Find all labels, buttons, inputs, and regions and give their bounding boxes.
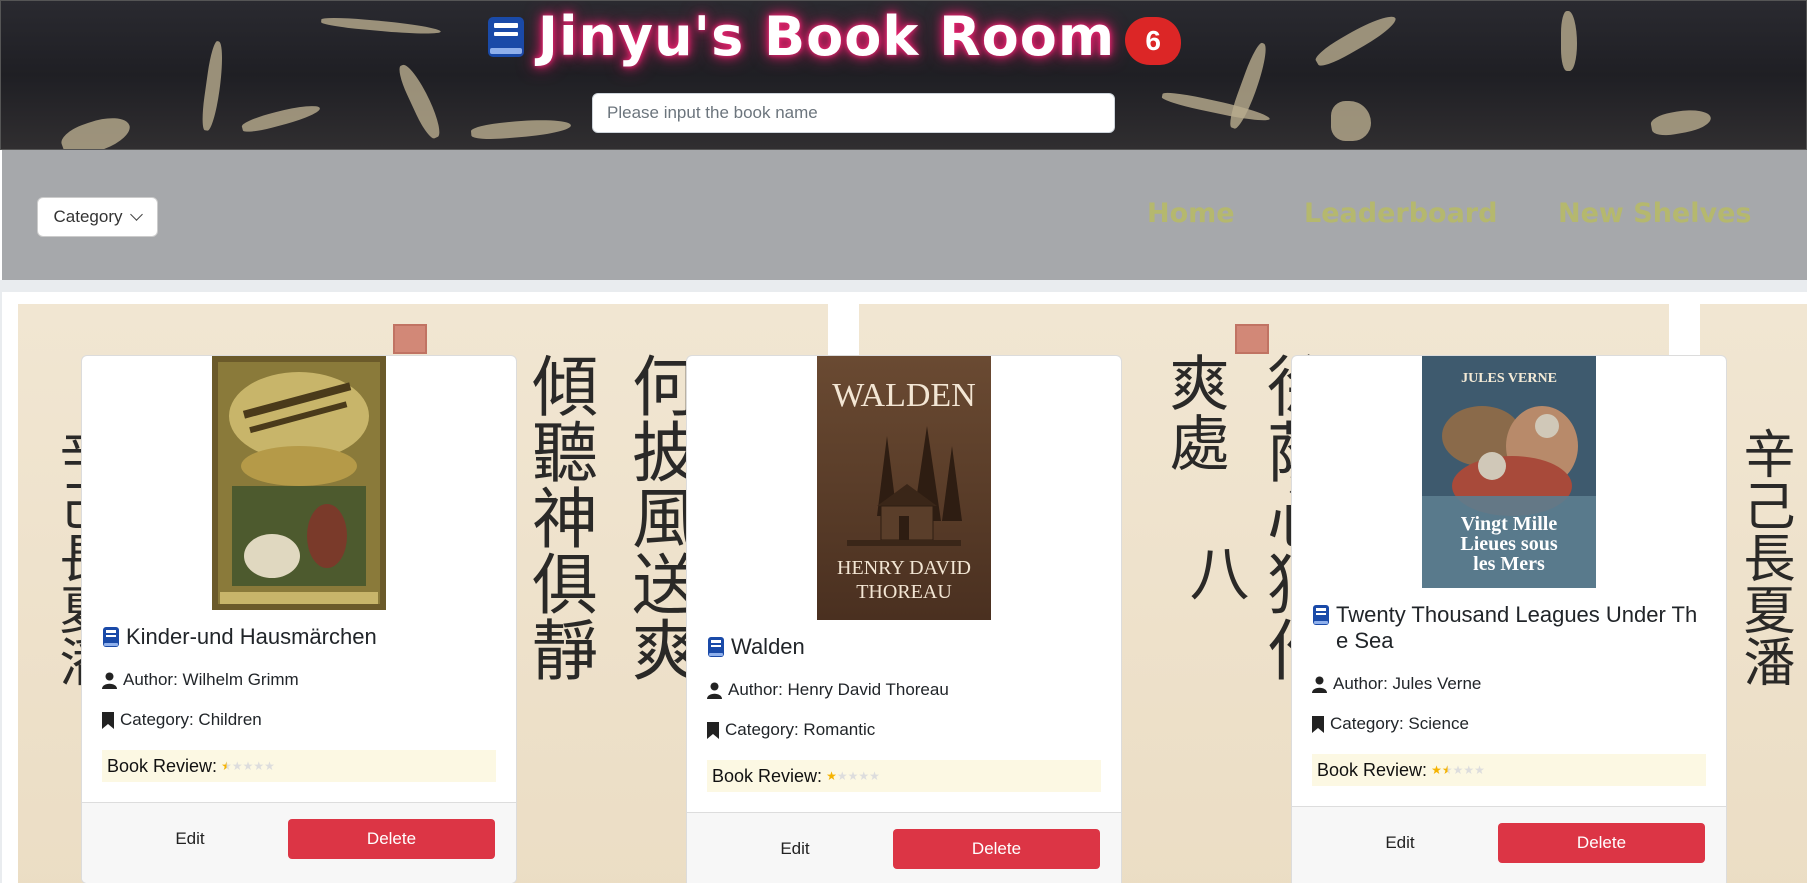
star-icon: ★ [242, 759, 254, 773]
delete-button[interactable]: Delete [893, 829, 1100, 869]
edit-button[interactable]: Edit [707, 829, 883, 869]
category-dropdown[interactable]: Category [37, 197, 158, 237]
chevron-down-icon [130, 208, 144, 221]
book-cover-image [212, 356, 386, 610]
book-author: Author: Henry David Thoreau [707, 680, 1101, 700]
bookmark-icon [102, 711, 114, 729]
star-icon: ★ [836, 769, 848, 783]
bookmark-icon [707, 721, 719, 739]
category-dropdown-label: Category [53, 207, 123, 226]
site-title: Jinyu's Book Room [537, 5, 1116, 68]
book-count-badge: 6 [1125, 16, 1182, 65]
book-cover-image: JULES VERNE Vingt Mille Lieues sous les … [1422, 356, 1596, 588]
star-icon: ★ [1474, 763, 1485, 777]
card-footer: Edit Delete [1292, 806, 1726, 883]
svg-text:THOREAU: THOREAU [856, 581, 952, 603]
star-icon: ★ [1441, 763, 1453, 777]
book-search-input[interactable] [592, 93, 1115, 133]
book-card: WALDEN HENRY DAVID THOREAU Walden Author… [686, 355, 1122, 883]
book-icon [103, 627, 119, 647]
book-author: Author: Wilhelm Grimm [102, 670, 496, 690]
star-rating: ★ ★ ★ ★ ★ [221, 760, 275, 772]
delete-button[interactable]: Delete [288, 819, 495, 859]
svg-text:WALDEN: WALDEN [832, 377, 976, 414]
nav-link-home[interactable]: Home [1147, 198, 1235, 229]
book-author: Author: Jules Verne [1312, 674, 1706, 694]
bookmark-icon [1312, 715, 1324, 733]
book-review: Book Review: ★ ★ ★ ★ ★ [1312, 754, 1706, 786]
book-icon [1313, 605, 1329, 625]
book-icon [708, 637, 724, 657]
book-review: Book Review: ★ ★ ★ ★ ★ [102, 750, 496, 782]
svg-text:Lieues sous: Lieues sous [1460, 533, 1557, 555]
star-icon: ★ [1463, 763, 1475, 777]
nav-link-new-shelves[interactable]: New Shelves [1558, 198, 1751, 229]
book-icon [487, 16, 524, 57]
book-title: Walden [707, 634, 1101, 660]
book-title: Kinder-und Hausmärchen [102, 624, 496, 650]
star-icon: ★ [264, 759, 275, 773]
card-footer: Edit Delete [687, 812, 1121, 883]
svg-text:HENRY DAVID: HENRY DAVID [837, 557, 971, 579]
star-icon: ★ [231, 759, 243, 773]
star-rating: ★ ★ ★ ★ ★ [826, 770, 880, 782]
user-icon [1312, 676, 1327, 693]
star-icon: ★ [847, 769, 859, 783]
star-icon: ★ [826, 769, 837, 783]
svg-text:JULES VERNE: JULES VERNE [1461, 371, 1557, 386]
star-icon: ★ [253, 759, 265, 773]
star-icon: ★ [858, 769, 870, 783]
svg-text:Vingt Mille: Vingt Mille [1461, 513, 1558, 535]
navbar: Category Home Leaderboard New Shelves [0, 150, 1807, 280]
star-icon: ★ [869, 769, 880, 783]
book-card: JULES VERNE Vingt Mille Lieues sous les … [1291, 355, 1727, 883]
book-category: Category: Science [1312, 714, 1706, 734]
edit-button[interactable]: Edit [1312, 823, 1488, 863]
header-banner: Jinyu's Book Room 6 [0, 0, 1807, 150]
book-title: Twenty Thousand Leagues Under The Sea [1312, 602, 1706, 654]
book-review: Book Review: ★ ★ ★ ★ ★ [707, 760, 1101, 792]
edit-button[interactable]: Edit [102, 819, 278, 859]
star-icon: ★ [221, 759, 232, 773]
book-category: Category: Romantic [707, 720, 1101, 740]
user-icon [707, 682, 722, 699]
delete-button[interactable]: Delete [1498, 823, 1705, 863]
book-card: Kinder-und Hausmärchen Author: Wilhelm G… [81, 355, 517, 883]
book-list-section: 辛己長夏潘 傾聽神俱靜 何披風送爽 爽處 八 徐蔭心狼作 辛己長夏潘 Kinde… [2, 292, 1807, 883]
user-icon [102, 672, 117, 689]
star-rating: ★ ★ ★ ★ ★ [1431, 764, 1485, 776]
svg-text:les Mers: les Mers [1473, 553, 1545, 575]
divider [0, 280, 1807, 292]
star-icon: ★ [1431, 763, 1442, 777]
nav-link-leaderboard[interactable]: Leaderboard [1304, 198, 1497, 229]
book-category: Category: Children [102, 710, 496, 730]
star-icon: ★ [1452, 763, 1464, 777]
card-footer: Edit Delete [82, 802, 516, 883]
book-cover-image: WALDEN HENRY DAVID THOREAU [817, 356, 991, 620]
